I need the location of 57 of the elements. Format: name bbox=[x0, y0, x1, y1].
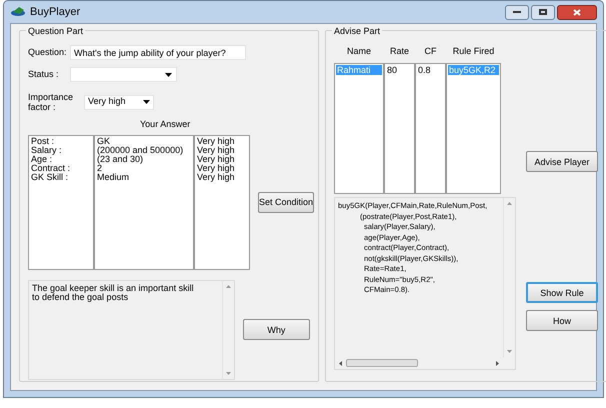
list-entry: (200000 and 500000) bbox=[97, 146, 184, 154]
list-entry: Very high bbox=[197, 154, 236, 164]
list-entry: (23 and 30) bbox=[97, 154, 144, 164]
answer-list[interactable]: Post : Salary : Age : Contract : GK Skill : bbox=[28, 134, 94, 270]
result-list[interactable]: 0.8 bbox=[415, 63, 446, 194]
scroll-right-icon[interactable] bbox=[496, 360, 499, 366]
push-button[interactable]: Advise Player bbox=[526, 151, 598, 172]
list-entry: Age : bbox=[31, 154, 52, 164]
question-field[interactable]: What's the jump ability of your player? bbox=[70, 45, 246, 60]
field-label: Importance factor : bbox=[28, 92, 74, 112]
answer-list[interactable]: Very high Very high Very high Very high Very high bbox=[194, 134, 250, 270]
push-button[interactable]: Why bbox=[242, 319, 310, 340]
list-entry: Salary : bbox=[31, 146, 63, 154]
list-entry[interactable]: 0.8 bbox=[417, 65, 444, 75]
column-header: Name bbox=[346, 45, 372, 58]
list-entry: Medium bbox=[97, 172, 130, 182]
list-entry: Very high bbox=[197, 136, 236, 146]
scroll-down-icon[interactable] bbox=[226, 372, 231, 374]
column-header: Rule Fired bbox=[452, 45, 496, 58]
list-entry: Contract : bbox=[31, 164, 72, 172]
field-label: Question: bbox=[28, 46, 68, 59]
vertical-scrollbar[interactable] bbox=[503, 198, 515, 357]
scroll-left-icon[interactable] bbox=[339, 360, 342, 366]
field-label: Status : bbox=[28, 68, 60, 81]
list-entry: Very high bbox=[197, 164, 236, 172]
push-button[interactable]: Show Rule bbox=[526, 282, 598, 303]
window-title: BuyPlayer bbox=[30, 4, 80, 20]
group-title: Question Part bbox=[26, 25, 86, 38]
list-entry[interactable]: 80 bbox=[386, 65, 413, 75]
dropdown-arrow-icon bbox=[143, 100, 150, 104]
maximize-button[interactable] bbox=[531, 4, 555, 20]
app-icon bbox=[10, 6, 26, 18]
scroll-down-icon[interactable] bbox=[507, 350, 512, 353]
status-dropdown[interactable] bbox=[70, 67, 177, 82]
list-entry: Very high bbox=[197, 172, 236, 182]
vertical-scrollbar[interactable] bbox=[222, 280, 234, 378]
importance-dropdown[interactable]: Very high bbox=[84, 94, 154, 110]
close-icon bbox=[573, 8, 581, 16]
close-button[interactable] bbox=[557, 4, 597, 20]
list-entry: GK Skill : bbox=[31, 172, 70, 182]
scroll-up-icon[interactable] bbox=[226, 284, 231, 288]
list-entry: Post : bbox=[31, 136, 56, 146]
scroll-up-icon[interactable] bbox=[507, 202, 512, 205]
list-entry: 2 bbox=[97, 164, 102, 172]
push-button[interactable]: Set Condition bbox=[258, 192, 314, 212]
column-header: CF bbox=[424, 45, 438, 58]
list-entry: GK bbox=[97, 136, 112, 146]
column-header: Rate bbox=[388, 45, 410, 58]
result-list[interactable]: 80 bbox=[384, 63, 415, 194]
push-button[interactable]: How bbox=[526, 310, 598, 331]
list-entry: Very high bbox=[197, 146, 236, 154]
explanation-text: The goal keeper skill is an important skill to defend the goal posts bbox=[31, 282, 195, 304]
scroll-thumb[interactable] bbox=[346, 359, 418, 367]
minimize-button[interactable] bbox=[505, 4, 529, 20]
dropdown-arrow-icon bbox=[165, 72, 172, 76]
section-title: Your Answer bbox=[140, 118, 192, 131]
answer-list[interactable]: GK (200000 and 500000) (23 and 30) 2 Medium bbox=[94, 134, 194, 270]
